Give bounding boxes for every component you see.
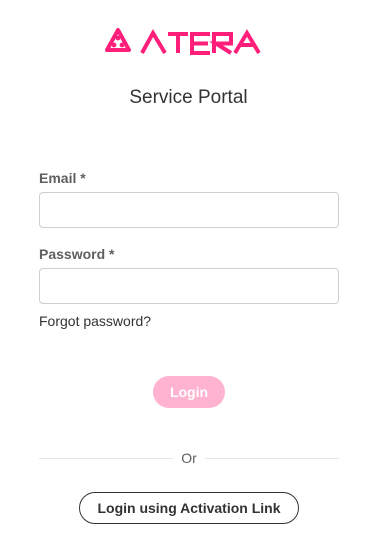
divider-line-right [205, 458, 339, 459]
atera-logo-icon [105, 28, 261, 55]
email-field[interactable] [39, 192, 339, 228]
activation-link-login-button[interactable]: Login using Activation Link [79, 492, 299, 524]
password-label: Password * [39, 246, 115, 262]
or-divider: Or [39, 447, 339, 469]
login-button[interactable]: Login [153, 376, 225, 408]
atera-logo [104, 27, 274, 57]
email-label: Email * [39, 170, 86, 186]
password-field[interactable] [39, 268, 339, 304]
page-title: Service Portal [129, 87, 248, 108]
forgot-password-link[interactable]: Forgot password? [39, 313, 151, 329]
